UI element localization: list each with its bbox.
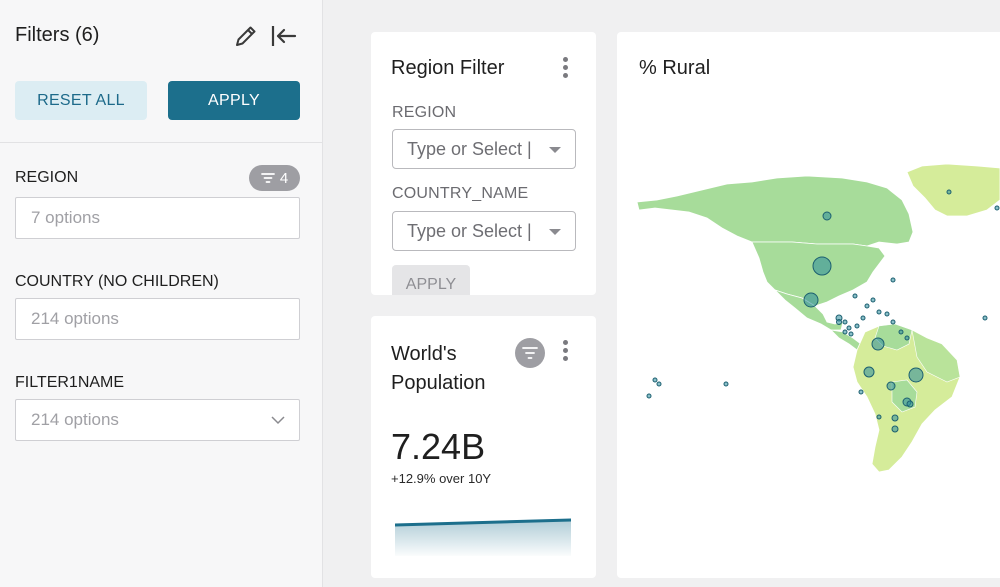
map-bubble — [890, 319, 896, 325]
map-bubble — [884, 311, 890, 317]
map-bubble — [822, 211, 832, 221]
map-bubble — [898, 329, 904, 335]
rf-region-select[interactable]: Type or Select | — [392, 129, 576, 169]
map-bubble — [858, 389, 864, 395]
map-bubble — [982, 315, 988, 321]
population-card: World's Population 7.24B +12.9% over 10Y — [371, 316, 596, 578]
map-bubble — [842, 319, 848, 325]
map-bubble — [908, 367, 924, 383]
filter1name-dropdown[interactable]: 214 options — [15, 399, 300, 441]
population-card-kebab-icon[interactable] — [560, 340, 570, 366]
caret-down-icon — [549, 229, 561, 235]
region-filter-badge[interactable]: 4 — [249, 165, 300, 191]
region-filter-title: Region Filter — [391, 57, 505, 79]
region-filter-label: REGION — [15, 169, 79, 186]
map-bubble — [871, 337, 885, 351]
filter-icon — [522, 347, 538, 359]
map-bubble — [906, 400, 914, 408]
filters-sidebar: Filters (6) RESET ALL APPLY REGION 4 7 o… — [0, 0, 323, 587]
population-title-line1: World's — [391, 343, 457, 365]
map-bubble — [652, 377, 658, 383]
map-bubble — [846, 325, 852, 331]
population-sparkline — [395, 518, 571, 556]
filter-icon — [260, 173, 275, 183]
filter1name-placeholder: 214 options — [31, 410, 119, 429]
apply-button[interactable]: APPLY — [168, 81, 300, 120]
region-card-kebab-icon[interactable] — [560, 57, 570, 83]
pencil-icon[interactable] — [232, 22, 260, 50]
map-bubble — [891, 425, 899, 433]
sidebar-divider — [0, 142, 322, 143]
map-region — [636, 175, 914, 247]
rf-country-label: COUNTRY_NAME — [392, 185, 529, 202]
region-filter-card: Region Filter REGION Type or Select | CO… — [371, 32, 596, 295]
country-filter-label: COUNTRY (NO CHILDREN) — [15, 273, 219, 290]
map-bubble — [860, 315, 866, 321]
map-bubble — [803, 292, 819, 308]
map-bubble — [890, 277, 896, 283]
map-bubble — [876, 309, 882, 315]
rf-region-placeholder: Type or Select | — [407, 139, 532, 159]
rural-map[interactable] — [617, 32, 1000, 578]
region-options-input[interactable]: 7 options — [15, 197, 300, 239]
population-filter-button[interactable] — [515, 338, 545, 368]
map-bubble — [904, 335, 910, 341]
map-bubble — [836, 319, 842, 325]
population-title: World's Population — [391, 340, 486, 398]
map-bubble — [886, 381, 896, 391]
population-change: +12.9% over 10Y — [391, 471, 492, 486]
rf-region-label: REGION — [392, 104, 457, 121]
badge-count: 4 — [279, 169, 289, 187]
map-bubble — [870, 297, 876, 303]
map-bubble — [723, 381, 729, 387]
map-bubble — [812, 256, 832, 276]
rf-country-select[interactable]: Type or Select | — [392, 211, 576, 251]
collapse-left-icon[interactable] — [270, 22, 298, 50]
map-bubble — [994, 205, 1000, 211]
map-bubble — [852, 293, 858, 299]
map-bubble — [946, 189, 952, 195]
map-region — [906, 163, 1000, 217]
rf-apply-button[interactable]: APPLY — [392, 265, 470, 295]
sidebar-title: Filters (6) — [15, 24, 100, 46]
filter1name-label: FILTER1NAME — [15, 374, 125, 391]
chevron-down-icon — [271, 416, 285, 425]
rural-map-card: % Rural — [617, 32, 1000, 578]
map-bubble — [854, 323, 860, 329]
map-bubble — [891, 414, 899, 422]
map-bubble — [848, 331, 854, 337]
map-bubble — [863, 366, 875, 378]
map-bubble — [864, 303, 870, 309]
map-bubble — [656, 381, 662, 387]
population-value: 7.24B — [391, 426, 486, 467]
population-title-line2: Population — [391, 372, 486, 394]
map-bubble — [876, 414, 882, 420]
map-bubble — [842, 329, 848, 335]
rf-country-placeholder: Type or Select | — [407, 221, 532, 241]
country-options-input[interactable]: 214 options — [15, 298, 300, 340]
map-bubble — [646, 393, 652, 399]
caret-down-icon — [549, 147, 561, 153]
reset-all-button[interactable]: RESET ALL — [15, 81, 147, 120]
